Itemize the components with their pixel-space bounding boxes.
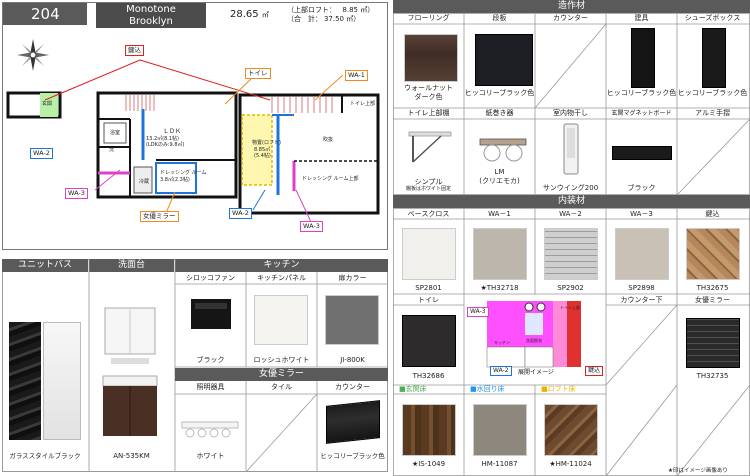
zosaku-r2-line2-1: (クリエモカ) [479, 177, 520, 185]
kitchen-subheader-2: 扉カラー [338, 274, 367, 282]
floor-code-0: ★IS-1049 [411, 460, 446, 468]
mini-label-wash: 洗面脱衣 [526, 338, 542, 343]
naiso-header-3: WA－3 [630, 210, 653, 218]
naiso-header-0: ベースクロス [407, 210, 450, 218]
mirror-header-2: カウンター [335, 383, 370, 391]
unit-bath-label: ガラススタイルブラック [9, 452, 81, 460]
swatch-wa2 [544, 228, 598, 280]
swatch-entry-wall [686, 228, 740, 280]
tag-toilet: トイレ [245, 68, 271, 79]
mirror-header-0: 照明器具 [196, 383, 225, 391]
zosaku-r1-label-3: ヒッコリーブラック色 [606, 89, 677, 97]
swatch-kitchen-panel [254, 295, 308, 345]
swatch-wa1 [473, 228, 527, 280]
kitchen-label-2: JI-800K [340, 356, 365, 364]
swatch-toilet-wall [402, 315, 456, 367]
tag-wa3-right: WA-3 [300, 221, 323, 232]
naiso-code-3: SP2898 [628, 284, 655, 292]
swatch-base-cloth [402, 228, 456, 280]
paper-holder-icon [479, 138, 527, 162]
unit-bath-image [9, 320, 83, 442]
tag-wa2-left: WA-2 [30, 148, 53, 159]
zosaku-r1-label-4: ヒッコリーブラック色 [677, 89, 748, 97]
tag-entry: 鍵込 [125, 45, 144, 56]
vanity-image [102, 307, 158, 436]
zosaku-r2-line2-0: 棚板はホワイト固定 [405, 186, 451, 192]
tag-mirror: 女優ミラー [140, 211, 179, 222]
naiso-code-2: SP2902 [557, 284, 584, 292]
kitchen-subheader-0: シロッコファン [186, 274, 235, 282]
range-hood-image [191, 299, 231, 329]
naiso-title: 内装材 [393, 195, 750, 208]
legend-wet-floor: ■水回り床 [470, 385, 505, 393]
vanity-label: AN-535KM [113, 452, 150, 460]
mirror-header-1: タイル [271, 383, 292, 391]
mini-label-wa3: WA-3 [467, 307, 489, 317]
zosaku-title: 造作材 [393, 0, 750, 13]
mini-label-wa2: WA-2 [490, 366, 512, 376]
zosaku-r2-line1-1: LM [494, 168, 505, 176]
zosaku-header2-3: 玄関マグネットボード [611, 110, 672, 117]
drying-rack-icon [563, 123, 579, 175]
swatch-wa3 [615, 228, 669, 280]
legend-entrance-floor: ■玄関床 [399, 385, 427, 393]
tag-wa2-right: WA-2 [229, 208, 252, 219]
swatch-entrance-floor [402, 404, 456, 456]
zosaku-header2-4: アルミ手摺 [695, 109, 730, 117]
zosaku-r1-label-0: ウォールナット ダーク色 [404, 84, 453, 101]
kitchen-label-0: ブラック [196, 356, 225, 364]
swatch-mirror-counter [326, 400, 380, 444]
zosaku-header2-0: トイレ上部棚 [407, 109, 450, 117]
naiso-code2-0: TH32686 [412, 372, 445, 380]
kitchen-subheader-1: キッチンパネル [257, 274, 306, 282]
kitchen-label-1: ロッシュホワイト [253, 356, 310, 364]
swatch-loft-floor [544, 404, 598, 456]
callout-lines [44, 59, 344, 223]
naiso-code-4: TH32675 [696, 284, 729, 292]
tag-wa3-left: WA-3 [65, 188, 88, 199]
floor-code-2: ★HM-11024 [549, 460, 592, 468]
swatch-magnet-board [612, 146, 672, 160]
mirror-label-0: ホワイト [196, 452, 225, 460]
swatch-door [631, 28, 655, 88]
naiso-header2-0: トイレ [418, 296, 439, 304]
zosaku-header2-1: 紙巻き器 [485, 109, 514, 117]
zosaku-header2-2: 室内物干し [553, 109, 588, 117]
zosaku-r1-label-1: ヒッコリーブラック色 [464, 89, 535, 97]
naiso-header-2: WA－2 [559, 210, 582, 218]
swatch-wet-floor [473, 404, 527, 456]
swatch-door-color [325, 295, 379, 345]
naiso-code2-1: TH32735 [696, 372, 729, 380]
zosaku-r2-line1-3: ブラック [627, 184, 656, 192]
naiso-code-0: SP2801 [415, 284, 442, 292]
swatch-hickory-black-step [475, 34, 533, 86]
mini-label-toilet-up: トイレ上部 [560, 305, 580, 310]
naiso-header2-2: カウンター下 [620, 296, 663, 304]
footnote: ★印はイメージ画像あり [668, 468, 728, 474]
tag-wa1: WA-1 [345, 70, 368, 81]
naiso-code-1: ★TH32718 [480, 284, 519, 292]
swatch-walnut-dark [404, 34, 458, 82]
naiso-header-1: WA－1 [488, 210, 511, 218]
shelf-bracket-icon [408, 131, 452, 163]
zosaku-r2-line1-2: サンウイング200 [542, 184, 599, 192]
mini-label-kitchen: キッチン [494, 340, 510, 345]
swatch-shoebox [702, 28, 726, 88]
naiso-header-4: 鍵込 [705, 210, 720, 218]
naiso-header2-3: 女優ミラー [695, 296, 730, 304]
mini-label-caption: 展開イメージ [518, 369, 554, 376]
light-fixture-image [181, 421, 239, 438]
floor-code-1: HM-11087 [481, 460, 518, 468]
mirror-section-title: 女優ミラー [175, 368, 388, 381]
mini-label-entry: 鍵込 [585, 366, 604, 376]
mirror-label-2: ヒッコリーブラック色 [320, 452, 385, 460]
swatch-mirror-tile [686, 318, 740, 368]
legend-loft-floor: ■ロフト床 [541, 385, 576, 393]
